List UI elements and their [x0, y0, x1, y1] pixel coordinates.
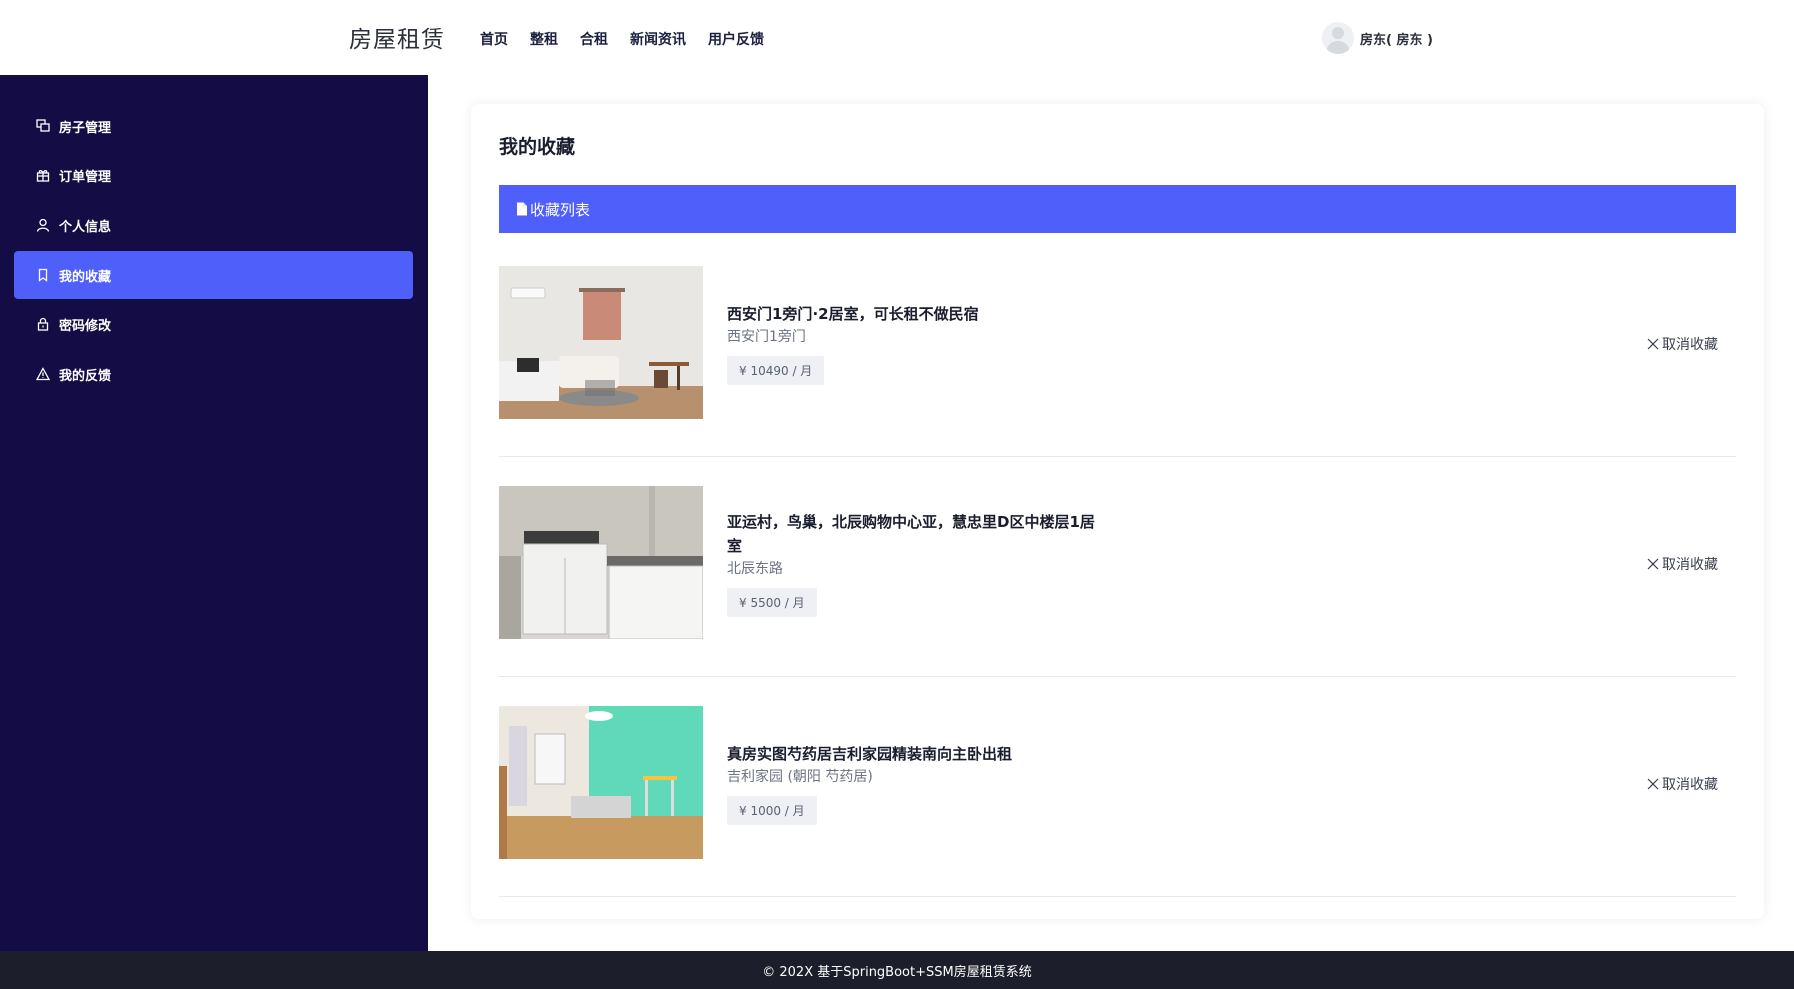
gift-icon [35, 167, 51, 183]
nav-news[interactable]: 新闻资讯 [630, 29, 686, 49]
sidebar-item-profile[interactable]: 个人信息 [14, 201, 413, 249]
nav-home[interactable]: 首页 [480, 29, 508, 49]
house-title[interactable]: 西安门1旁门·2居室，可长租不做民宿 [727, 302, 1107, 326]
user-name[interactable]: 房东( 房东 ) [1360, 29, 1433, 48]
close-icon [1647, 778, 1659, 790]
cancel-favorite-label: 取消收藏 [1662, 777, 1718, 793]
house-info: 真房实图芍药居吉利家园精装南向主卧出租 吉利家园 (朝阳 芍药居) ¥ 1000… [727, 742, 1107, 825]
sidebar-item-label: 个人信息 [59, 219, 112, 235]
house-title[interactable]: 亚运村，鸟巢，北辰购物中心亚，慧忠里D区中楼层1居室 [727, 510, 1107, 558]
sidebar-item-change-password[interactable]: 密码修改 [14, 300, 413, 348]
house-photo[interactable] [499, 486, 703, 639]
sidebar-item-my-feedback[interactable]: 我的反馈 [14, 350, 413, 398]
cancel-favorite-label: 取消收藏 [1662, 337, 1718, 353]
bookmark-icon [35, 267, 51, 283]
nav-shared-rent[interactable]: 合租 [580, 29, 608, 49]
lock-icon [35, 316, 51, 332]
sidebar-item-label: 密码修改 [59, 318, 112, 334]
main-nav: 首页 整租 合租 新闻资讯 用户反馈 [480, 29, 764, 49]
house-address: 西安门1旁门 [727, 329, 806, 345]
footer: © 202X 基于SpringBoot+SSM房屋租赁系统 [0, 951, 1794, 989]
footer-copyright: © 202X 基于SpringBoot+SSM房屋租赁系统 [762, 964, 1032, 980]
cancel-favorite-button[interactable]: 取消收藏 [1646, 334, 1718, 354]
nav-whole-rent[interactable]: 整租 [530, 29, 558, 49]
list-item: 西安门1旁门·2居室，可长租不做民宿 西安门1旁门 ¥ 10490 / 月 取消… [499, 266, 1736, 457]
house-title[interactable]: 真房实图芍药居吉利家园精装南向主卧出租 [727, 742, 1107, 766]
site-logo[interactable]: 房屋租赁 [349, 20, 445, 54]
close-icon [1647, 338, 1659, 350]
cancel-favorite-button[interactable]: 取消收藏 [1646, 554, 1718, 574]
sidebar-item-house-management[interactable]: 房子管理 [14, 102, 413, 150]
sidebar-item-label: 订单管理 [59, 169, 112, 185]
house-address: 吉利家园 (朝阳 芍药居) [727, 769, 873, 785]
sidebar: 房子管理 订单管理 个人信息 我的收藏 密码修改 我的反馈 [0, 75, 428, 951]
house-photo[interactable] [499, 266, 703, 419]
warning-icon [35, 366, 51, 382]
close-icon [1647, 558, 1659, 570]
list-header: 收藏列表 [499, 185, 1736, 233]
document-icon [516, 202, 528, 216]
house-address: 北辰东路 [727, 561, 783, 577]
list-header-label: 收藏列表 [530, 200, 591, 219]
price-badge: ¥ 10490 / 月 [727, 356, 825, 385]
nav-feedback[interactable]: 用户反馈 [708, 29, 764, 49]
cancel-favorite-button[interactable]: 取消收藏 [1646, 774, 1718, 794]
sidebar-item-label: 房子管理 [59, 120, 112, 136]
favorites-card: 我的收藏 收藏列表 西安门1旁门·2居室，可长租不做民宿 西安门1旁门 ¥ 10… [471, 104, 1764, 919]
list-item: 真房实图芍药居吉利家园精装南向主卧出租 吉利家园 (朝阳 芍药居) ¥ 1000… [499, 706, 1736, 897]
price-badge: ¥ 1000 / 月 [727, 796, 817, 825]
page-title: 我的收藏 [499, 136, 576, 158]
house-info: 西安门1旁门·2居室，可长租不做民宿 西安门1旁门 ¥ 10490 / 月 [727, 302, 1107, 385]
cancel-favorite-label: 取消收藏 [1662, 557, 1718, 573]
top-header: 房屋租赁 首页 整租 合租 新闻资讯 用户反馈 房东( 房东 ) [0, 0, 1794, 75]
house-info: 亚运村，鸟巢，北辰购物中心亚，慧忠里D区中楼层1居室 北辰东路 ¥ 5500 /… [727, 510, 1107, 617]
list-item: 亚运村，鸟巢，北辰购物中心亚，慧忠里D区中楼层1居室 北辰东路 ¥ 5500 /… [499, 486, 1736, 677]
avatar[interactable] [1322, 22, 1354, 54]
user-menu[interactable]: 房东( 房东 ) [1322, 22, 1433, 54]
user-icon [35, 217, 51, 233]
sidebar-item-favorites[interactable]: 我的收藏 [14, 251, 413, 299]
house-photo[interactable] [499, 706, 703, 859]
house-manage-icon [35, 118, 51, 134]
price-badge: ¥ 5500 / 月 [727, 588, 817, 617]
sidebar-item-label: 我的反馈 [59, 368, 112, 384]
sidebar-item-order-management[interactable]: 订单管理 [14, 151, 413, 199]
sidebar-item-label: 我的收藏 [59, 269, 112, 285]
